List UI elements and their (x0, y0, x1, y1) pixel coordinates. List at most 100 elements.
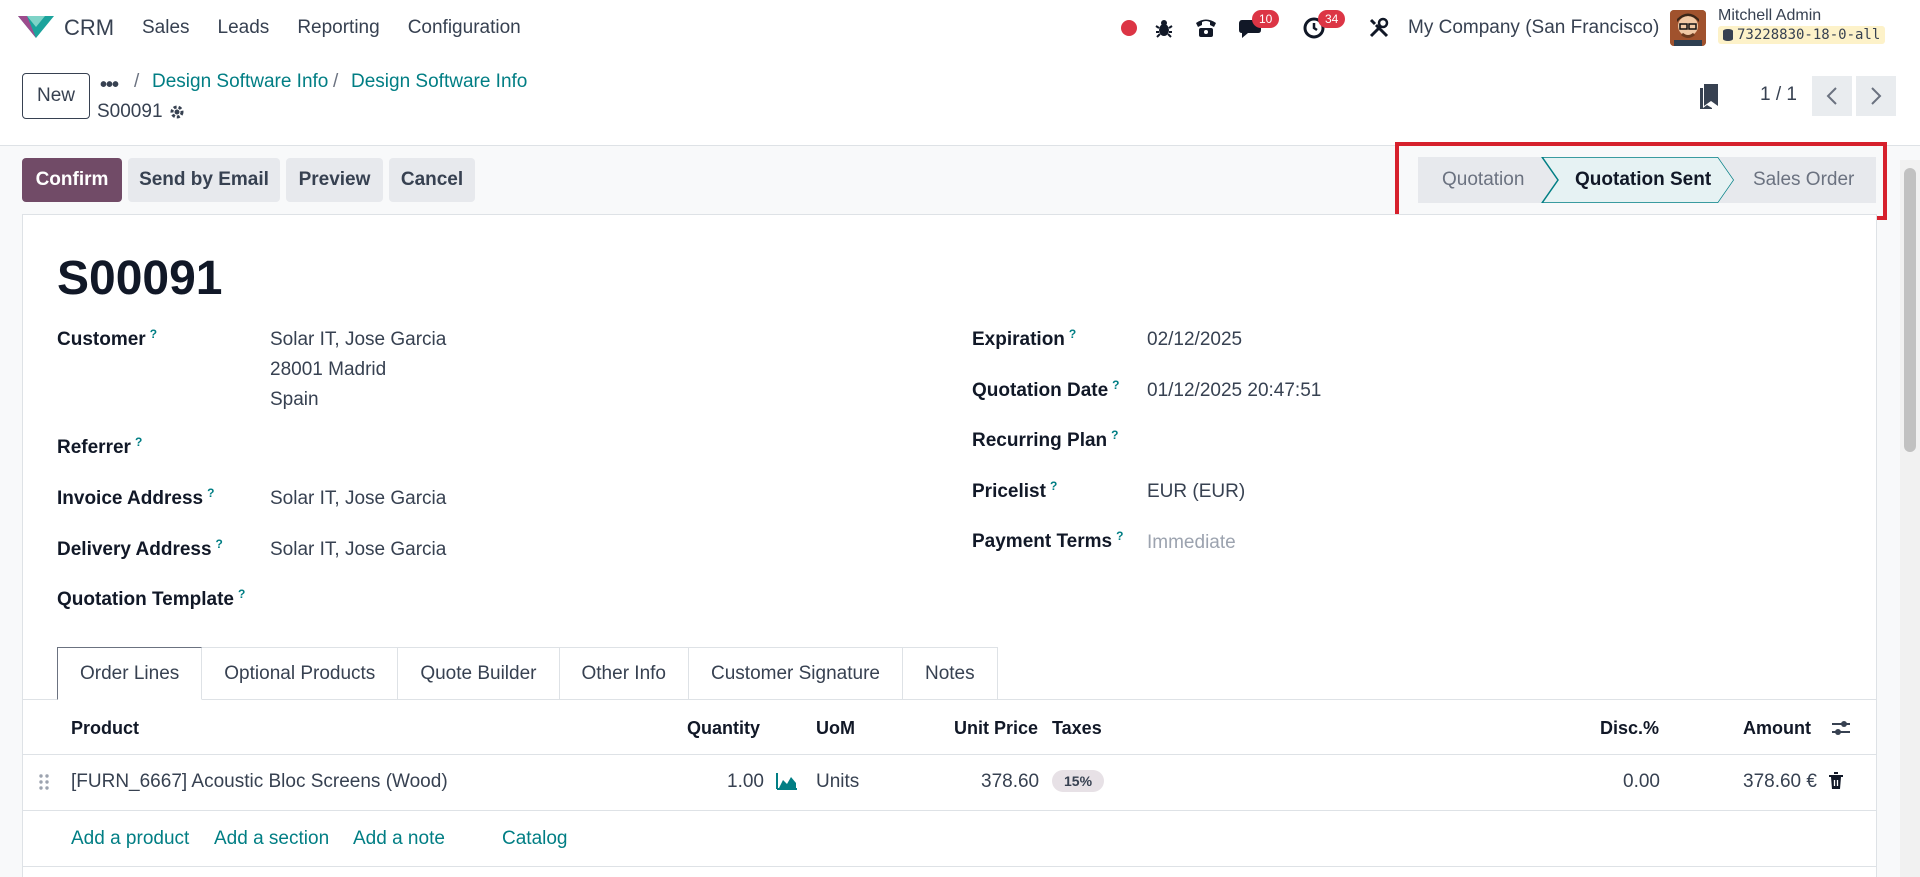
tab-quote-builder[interactable]: Quote Builder (398, 647, 560, 700)
page-title: S00091 (57, 252, 223, 305)
invoice-address-label: Invoice Address? (57, 486, 215, 509)
breadcrumb-separator: / (333, 71, 339, 92)
quotation-date-label: Quotation Date? (972, 378, 1120, 401)
add-note-link[interactable]: Add a note (353, 828, 445, 850)
column-quantity[interactable]: Quantity (687, 718, 760, 739)
app-name[interactable]: CRM (64, 15, 114, 41)
payment-terms-field[interactable]: Immediate (1147, 528, 1236, 558)
database-name: 73228830-18-0-all (1737, 27, 1881, 43)
settings-tools-icon[interactable] (1366, 0, 1392, 56)
breadcrumb-separator: / (134, 71, 140, 92)
add-product-link[interactable]: Add a product (71, 828, 189, 850)
row-uom[interactable]: Units (816, 771, 859, 793)
messages-badge: 10 (1252, 10, 1280, 28)
record-name: S00091 (97, 101, 185, 123)
expiration-label: Expiration? (972, 327, 1077, 350)
bug-icon[interactable] (1152, 0, 1176, 56)
database-icon (1723, 29, 1733, 41)
tab-other-info[interactable]: Other Info (559, 647, 689, 700)
pricelist-field[interactable]: EUR (EUR) (1147, 477, 1245, 507)
new-button[interactable]: New (22, 73, 90, 119)
column-taxes[interactable]: Taxes (1052, 718, 1102, 739)
tab-customer-signature[interactable]: Customer Signature (689, 647, 903, 700)
preview-button[interactable]: Preview (286, 158, 383, 202)
menu-configuration[interactable]: Configuration (408, 17, 521, 39)
delivery-address-field[interactable]: Solar IT, Jose Garcia (270, 535, 446, 565)
stage-quotation[interactable]: Quotation (1442, 169, 1524, 191)
pager-previous-button[interactable] (1812, 76, 1852, 116)
breadcrumb-item-1[interactable]: Design Software Info (152, 71, 328, 93)
referrer-label: Referrer? (57, 435, 143, 458)
bookmarks-icon[interactable] (1698, 82, 1720, 110)
catalog-link[interactable]: Catalog (502, 828, 568, 850)
main-menu: Sales Leads Reporting Configuration (142, 17, 549, 39)
referrer-field[interactable] (270, 433, 910, 463)
row-discount[interactable]: 0.00 (1623, 771, 1660, 793)
table-footer-divider (23, 866, 1876, 867)
record-icon[interactable] (1120, 0, 1138, 56)
quotation-template-label: Quotation Template? (57, 587, 246, 610)
menu-sales[interactable]: Sales (142, 17, 190, 39)
activities-badge: 34 (1318, 10, 1346, 28)
column-discount[interactable]: Disc.% (1600, 718, 1659, 739)
tab-notes[interactable]: Notes (902, 647, 998, 700)
tab-order-lines[interactable]: Order Lines (57, 647, 203, 700)
database-tag: 73228830-18-0-all (1718, 26, 1886, 44)
company-switcher[interactable]: My Company (San Francisco) (1408, 17, 1659, 39)
table-header-divider (23, 754, 1876, 755)
pager-value[interactable]: 1 / 1 (1760, 84, 1797, 106)
tab-optional-products[interactable]: Optional Products (202, 647, 399, 700)
status-bar: Quotation Quotation Sent Sales Order (1418, 157, 1876, 203)
chevron-left-icon (1826, 87, 1837, 105)
table-row-divider (23, 810, 1876, 811)
menu-reporting[interactable]: Reporting (297, 17, 379, 39)
notebook-tabs: Order Lines Optional Products Quote Buil… (57, 647, 998, 700)
column-product[interactable]: Product (71, 718, 139, 739)
chevron-right-icon (1871, 87, 1882, 105)
drag-handle-icon[interactable] (39, 773, 49, 791)
cancel-button[interactable]: Cancel (389, 158, 475, 202)
user-name[interactable]: Mitchell Admin (1718, 7, 1821, 25)
breadcrumb-more-icon[interactable]: ••• (100, 74, 119, 97)
gear-icon[interactable] (169, 104, 185, 120)
confirm-button[interactable]: Confirm (22, 158, 122, 202)
row-product[interactable]: [FURN_6667] Acoustic Bloc Screens (Wood) (71, 771, 448, 793)
stage-sales-order[interactable]: Sales Order (1753, 169, 1854, 191)
menu-leads[interactable]: Leads (218, 17, 270, 39)
messages-icon[interactable] (1236, 0, 1264, 56)
phone-icon[interactable] (1192, 0, 1220, 56)
quotation-template-field[interactable] (270, 585, 910, 615)
top-navbar: CRM Sales Leads Reporting Configuration … (0, 0, 1920, 56)
payment-terms-label: Payment Terms? (972, 529, 1124, 552)
quotation-date-field[interactable]: 01/12/2025 20:47:51 (1147, 376, 1321, 406)
breadcrumb-item-2[interactable]: Design Software Info (351, 71, 527, 93)
row-unit-price[interactable]: 378.60 (981, 771, 1039, 793)
column-amount[interactable]: Amount (1743, 718, 1811, 739)
optional-columns-icon[interactable] (1831, 719, 1851, 737)
pricelist-label: Pricelist? (972, 479, 1058, 502)
send-by-email-button[interactable]: Send by Email (128, 158, 280, 202)
crm-logo-icon[interactable] (18, 14, 54, 40)
add-section-link[interactable]: Add a section (214, 828, 329, 850)
forecast-chart-icon[interactable] (776, 772, 798, 790)
customer-label: Customer? (57, 327, 158, 350)
column-uom[interactable]: UoM (816, 718, 855, 739)
row-quantity[interactable]: 1.00 (727, 771, 764, 793)
recurring-plan-field[interactable] (1147, 426, 1787, 456)
row-amount[interactable]: 378.60 € (1743, 771, 1817, 793)
page-scrollbar[interactable] (1900, 160, 1920, 877)
user-avatar[interactable] (1670, 10, 1706, 46)
row-tax-badge[interactable]: 15% (1052, 770, 1105, 792)
scrollbar-thumb[interactable] (1904, 168, 1916, 452)
invoice-address-field[interactable]: Solar IT, Jose Garcia (270, 484, 446, 514)
form-sheet: S00091 Customer? Solar IT, Jose Garcia 2… (22, 214, 1877, 877)
trash-icon[interactable] (1828, 772, 1844, 790)
pager-next-button[interactable] (1856, 76, 1896, 116)
control-panel: New ••• / Design Software Info / Design … (0, 56, 1920, 146)
customer-field[interactable]: Solar IT, Jose Garcia 28001 Madrid Spain (270, 325, 446, 415)
activities-clock-icon[interactable] (1300, 0, 1328, 56)
column-unit-price[interactable]: Unit Price (954, 718, 1038, 739)
stage-quotation-sent[interactable]: Quotation Sent (1575, 169, 1711, 191)
delivery-address-label: Delivery Address? (57, 537, 223, 560)
expiration-field[interactable]: 02/12/2025 (1147, 325, 1242, 355)
